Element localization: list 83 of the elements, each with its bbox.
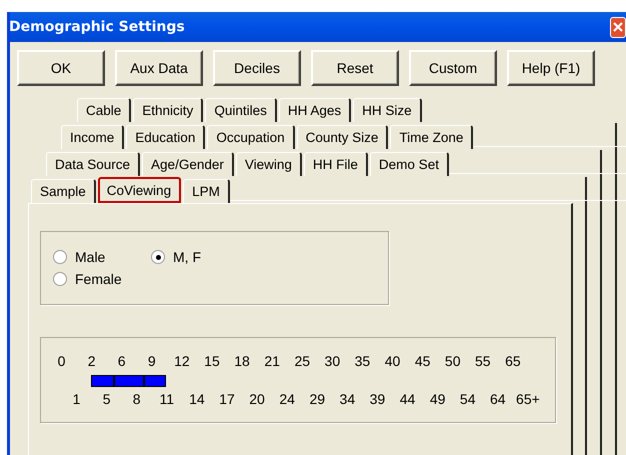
age-group[interactable]: 9 11 [144,353,174,409]
age-label: 11 [160,391,174,407]
tab[interactable]: Ethnicity [133,98,204,122]
tab[interactable]: County Size [296,125,388,149]
age-label: 34 [340,391,356,407]
tab[interactable]: HH Ages [278,98,352,122]
age-group[interactable]: 40 44 [385,353,416,409]
age-label: 39 [370,391,386,407]
dialog-button[interactable]: Reset [311,50,399,86]
age-label: 50 [444,353,460,369]
age-label: 17 [219,391,235,407]
radio-option[interactable]: Male [53,246,151,268]
close-icon [613,22,623,32]
age-group[interactable]: 6 8 [114,353,144,409]
age-label: 15 [204,353,220,369]
age-label: 30 [324,353,340,369]
tab[interactable]: Education [126,125,206,149]
age-label: 44 [400,391,416,407]
age-label: 29 [309,391,326,407]
age-group[interactable]: 55 64 [475,353,506,409]
age-label: 14 [189,391,205,407]
tab[interactable]: Age/Gender [142,152,234,176]
age-label: 54 [460,391,476,407]
age-label: 9 [148,353,156,369]
dialog-button[interactable]: Deciles [213,50,301,86]
tab[interactable]: Demo Set [370,152,449,176]
age-label: 49 [430,391,446,407]
tab[interactable]: LPM [183,179,230,203]
tab[interactable]: Viewing [236,152,302,176]
age-group[interactable]: 35 39 [354,353,386,409]
radio-button[interactable] [53,250,67,264]
age-label: 1 [72,391,80,407]
tab[interactable]: Cable [77,98,132,122]
dialog-button[interactable]: Aux Data [115,50,203,86]
tab[interactable]: HH Size [353,98,422,122]
age-label: 2 [88,353,96,369]
tab[interactable]: Time Zone [390,125,474,149]
age-label: 0 [58,353,66,369]
radio-label: M, F [173,249,201,265]
age-label: 21 [264,353,280,369]
age-group[interactable]: 25 29 [294,353,325,409]
dialog-button[interactable]: OK [17,50,105,86]
age-label: 40 [384,353,400,369]
tab[interactable]: HH File [304,152,368,176]
tab[interactable]: Quintiles [205,98,277,122]
age-label: 65+ [516,391,540,407]
tab[interactable]: CoViewing [98,177,182,203]
age-label: 64 [490,391,506,407]
age-group[interactable]: 18 20 [234,353,265,409]
age-label: 45 [414,353,430,369]
age-group[interactable]: 12 14 [174,353,204,409]
age-label: 55 [475,353,491,369]
radio-button[interactable] [53,272,67,286]
age-group[interactable]: 50 54 [445,353,476,409]
age-label: 65 [505,353,521,369]
age-label: 6 [118,353,126,369]
dialog-button[interactable]: Custom [409,50,497,86]
radio-label: Female [75,271,122,287]
tab[interactable]: Sample [31,179,96,203]
age-label: 20 [249,391,265,407]
radio-option[interactable]: M, F [151,246,271,268]
age-label: 35 [354,353,370,369]
age-group[interactable]: 0 1 [54,353,84,409]
age-group[interactable]: 15 17 [204,353,235,409]
radio-button[interactable] [151,250,165,264]
age-label: 8 [132,391,141,407]
age-label: 25 [294,353,310,369]
radio-label: Male [75,249,106,265]
close-button[interactable] [610,16,626,38]
age-label: 18 [234,353,250,369]
age-group[interactable]: 2 5 [84,353,114,409]
window-title: Demographic Settings [10,19,185,35]
age-label: 12 [174,353,190,369]
age-label: 5 [102,391,110,407]
age-group[interactable]: 45 49 [415,353,446,409]
radio-option[interactable]: Female [53,268,151,290]
age-group[interactable]: 30 34 [324,353,355,409]
tab[interactable]: Data Source [46,152,140,176]
age-group[interactable]: 21 24 [264,353,295,409]
age-label: 24 [279,391,295,407]
dialog-button[interactable]: Help (F1) [507,50,595,86]
tab[interactable]: Occupation [207,125,295,149]
tab[interactable]: Income [61,125,124,149]
